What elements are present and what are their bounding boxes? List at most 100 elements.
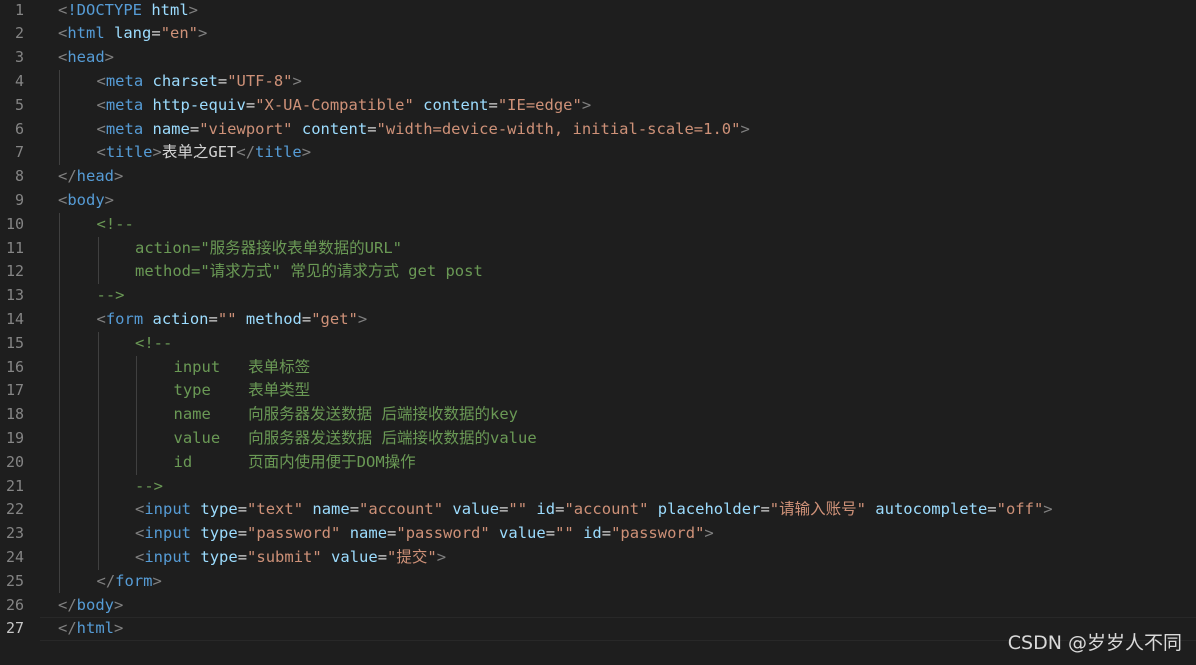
code-line[interactable]: <!-- — [135, 332, 172, 356]
code-line[interactable]: id 页面内使用便于DOM操作 — [174, 451, 416, 475]
indent-guide — [97, 236, 99, 285]
code-line[interactable]: </form> — [97, 570, 162, 594]
punctuation-token: < — [135, 547, 145, 566]
punctuation-token: </ — [236, 143, 256, 162]
tag-token: title — [255, 143, 302, 162]
code-line[interactable]: method="请求方式" 常见的请求方式 get post — [135, 260, 483, 284]
tag-token: !DOCTYPE — [67, 0, 142, 19]
code-line[interactable]: <input type="password" name="password" v… — [135, 522, 714, 546]
code-line[interactable]: type 表单类型 — [174, 379, 311, 403]
tag-token: head — [67, 48, 105, 67]
text-token: = — [367, 119, 377, 138]
punctuation-token: > — [292, 71, 302, 90]
string-token: "" — [217, 309, 237, 328]
line-number: 21 — [5, 476, 24, 495]
code-area[interactable]: <!DOCTYPE html> <html lang="en"> <head> <me… — [58, 0, 1196, 665]
code-editor[interactable]: 1 2 3 4 5 6 7 8 9 10 11 12 13 14 15 16 17 18 19 20 21 22 23 24 2… — [0, 0, 1196, 665]
code-line[interactable]: <head> — [58, 46, 114, 70]
line-number: 25 — [5, 571, 24, 590]
attribute-token: name — [152, 119, 190, 138]
tag-token: body — [67, 190, 105, 209]
code-line[interactable]: <!DOCTYPE html> — [58, 0, 198, 22]
code-line[interactable]: value 向服务器发送数据 后端接收数据的value — [174, 427, 537, 451]
code-line[interactable]: --> — [135, 475, 163, 499]
attribute-token: lang — [114, 24, 152, 43]
code-line[interactable]: </head> — [58, 165, 123, 189]
punctuation-token: < — [58, 0, 68, 19]
text-token: = — [987, 500, 997, 519]
code-line[interactable]: <html lang="en"> — [58, 22, 207, 46]
string-token: "password" — [247, 524, 341, 543]
code-line[interactable]: <meta http-equiv="X-UA-Compatible" conte… — [97, 94, 592, 118]
code-line[interactable]: input 表单标签 — [174, 356, 311, 380]
line-number: 9 — [14, 190, 24, 209]
string-token: "password" — [611, 524, 705, 543]
punctuation-token: < — [58, 48, 68, 67]
punctuation-token: > — [581, 95, 592, 114]
punctuation-token: </ — [96, 571, 116, 590]
line-number: 27 — [5, 619, 24, 638]
punctuation-token: > — [1043, 500, 1053, 519]
code-line[interactable]: </body> — [58, 594, 123, 618]
code-line[interactable]: <input type="text" name="account" value=… — [135, 498, 1053, 522]
text-token: = — [208, 309, 218, 328]
attribute-token: content — [301, 119, 368, 138]
text-token: = — [601, 524, 612, 543]
code-line[interactable]: <meta name="viewport" content="width=dev… — [97, 118, 750, 142]
comment-token: --> — [96, 286, 125, 305]
comment-token: id 页面内使用便于DOM操作 — [173, 452, 416, 471]
code-line[interactable]: <title>表单之GET</title> — [97, 141, 312, 165]
text-token: = — [545, 524, 556, 543]
punctuation-token: < — [58, 190, 68, 209]
punctuation-token: > — [104, 190, 115, 209]
attribute-token: content — [423, 95, 489, 114]
code-line[interactable]: <input type="submit" value="提交"> — [135, 546, 446, 570]
punctuation-token: > — [114, 595, 124, 614]
attribute-token: value — [499, 524, 546, 543]
string-token: "提交" — [387, 547, 437, 566]
tag-token: meta — [105, 119, 144, 138]
punctuation-token: > — [704, 524, 714, 543]
indent-guide — [59, 69, 60, 166]
code-line[interactable]: <body> — [58, 189, 114, 213]
line-number: 12 — [5, 262, 24, 281]
punctuation-token: < — [96, 309, 106, 328]
tag-token: form — [105, 309, 144, 328]
tag-token: meta — [105, 95, 144, 114]
text-token: = — [245, 95, 256, 114]
code-line[interactable]: name 向服务器发送数据 后端接收数据的key — [174, 403, 518, 427]
code-line[interactable]: action="服务器接收表单数据的URL" — [135, 237, 402, 261]
string-token: "password" — [396, 524, 490, 543]
text-token: = — [488, 95, 498, 114]
text-token: = — [301, 309, 312, 328]
string-token: "text" — [247, 500, 304, 519]
attribute-token: type — [200, 524, 238, 543]
line-number: 23 — [5, 524, 24, 543]
text-token: = — [499, 500, 509, 519]
text-token: = — [151, 24, 161, 43]
line-number: 19 — [5, 428, 24, 447]
punctuation-token: < — [96, 71, 106, 90]
code-line[interactable]: <!-- — [97, 213, 134, 237]
comment-token: value 向服务器发送数据 后端接收数据的value — [173, 428, 537, 447]
string-token: "X-UA-Compatible" — [255, 95, 414, 114]
text-token: = — [237, 524, 248, 543]
tag-token: input — [144, 547, 192, 566]
attribute-token: action — [152, 309, 209, 328]
code-line[interactable]: <form action="" method="get"> — [97, 308, 368, 332]
code-line[interactable]: </html> — [58, 617, 123, 641]
code-line[interactable]: <meta charset="UTF-8"> — [97, 70, 302, 94]
line-number: 14 — [5, 309, 24, 328]
code-line[interactable]: --> — [97, 284, 125, 308]
line-number-gutter: 1 2 3 4 5 6 7 8 9 10 11 12 13 14 15 16 17 18 19 20 21 22 23 24 2… — [0, 0, 40, 665]
tag-token: head — [76, 167, 114, 186]
attribute-token: method — [245, 309, 302, 328]
string-token: "submit" — [247, 547, 322, 566]
string-token: "account" — [564, 500, 649, 519]
attribute-token: id — [583, 524, 602, 543]
